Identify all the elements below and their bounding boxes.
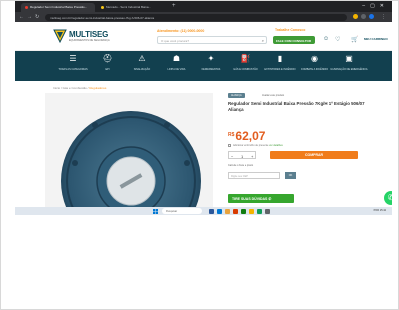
quantity-stepper[interactable]: − 1 + bbox=[228, 151, 256, 159]
rating-link[interactable]: Avaliar este produto bbox=[262, 94, 284, 97]
atendimento-text: Atendimento: (11) 0000-0000 bbox=[157, 29, 205, 33]
browser-tab-active[interactable]: Regulador Semi Industrial Baixa Pressão.… bbox=[21, 3, 95, 12]
window-controls[interactable]: –▢✕ bbox=[362, 3, 389, 9]
category-item[interactable]: ▣ Iluminação de Emergência bbox=[329, 54, 369, 71]
taskbar-search-placeholder: Pesquisar bbox=[166, 209, 178, 213]
browser-tab-strip: Regulador Semi Industrial Baixa Pressão.… bbox=[15, 1, 392, 12]
minus-icon[interactable]: − bbox=[231, 154, 233, 159]
quantity-value[interactable]: 1 bbox=[241, 154, 243, 159]
windows-taskbar: Pesquisar POR 15:42 bbox=[15, 207, 392, 215]
favicon-icon bbox=[101, 5, 104, 9]
url-bar[interactable]: multiseg.com.br/regulador-semi-industria… bbox=[45, 14, 347, 21]
gift-checkbox[interactable] bbox=[228, 144, 231, 147]
price-value: 62,07 bbox=[235, 129, 266, 143]
site-header: MULTISEG EQUIPAMENTOS DE SEGURANÇA Atend… bbox=[15, 22, 392, 51]
search-placeholder: O que você procura? bbox=[161, 39, 190, 43]
taskbar-app-icon[interactable] bbox=[249, 208, 254, 214]
category-label: Iluminação de Emergência bbox=[330, 68, 368, 71]
breadcrumb-path[interactable]: Início / Gás e Combustão / bbox=[53, 86, 89, 90]
whatsapp-button[interactable]: TIRE SUAS DÚVIDAS ✆ bbox=[228, 194, 294, 203]
breadcrumb: Início / Gás e Combustão / Reguladores bbox=[53, 86, 106, 90]
currency-symbol: R$ bbox=[228, 132, 235, 138]
trabalhe-conosco-link[interactable]: Trabalhe Conosco bbox=[275, 28, 305, 32]
brand-badge[interactable]: ALIANÇA bbox=[228, 93, 245, 98]
reload-icon[interactable]: ↻ bbox=[35, 14, 39, 20]
multiseg-logo[interactable]: MULTISEG EQUIPAMENTOS DE SEGURANÇA bbox=[53, 29, 123, 45]
taskbar-app-icon[interactable] bbox=[209, 208, 214, 214]
freight-label: Calcule o frete e prazo bbox=[228, 164, 254, 167]
product-title: Regulador Semi Industrial Baixa Pressão … bbox=[228, 101, 365, 112]
taskbar-app-icon[interactable] bbox=[217, 208, 222, 214]
cart-label[interactable]: MEU CARRINHO bbox=[364, 37, 388, 41]
heart-icon[interactable]: ♡ bbox=[335, 36, 340, 43]
whatsapp-float-icon[interactable]: ✆ bbox=[384, 191, 392, 205]
profile-avatar[interactable] bbox=[369, 14, 374, 19]
shield-logo-icon bbox=[53, 29, 67, 43]
brand-name: MULTISEG bbox=[69, 30, 109, 39]
extension-icon[interactable] bbox=[361, 14, 366, 19]
screenshot-frame: Regulador Semi Industrial Baixa Pressão.… bbox=[0, 0, 399, 310]
whatsapp-icon: ✆ bbox=[268, 196, 272, 201]
extension-icon[interactable] bbox=[353, 14, 358, 19]
taskbar-app-icon[interactable] bbox=[265, 208, 270, 214]
gift-option[interactable]: Adicionar embrulho de presente ver detal… bbox=[228, 144, 283, 147]
light-icon: ▣ bbox=[345, 54, 353, 63]
taskbar-app-icon[interactable] bbox=[225, 208, 230, 214]
cep-input[interactable]: Digite seu CEP bbox=[228, 172, 280, 179]
plus-icon[interactable]: + bbox=[251, 154, 253, 159]
whatsapp-label: TIRE SUAS DÚVIDAS bbox=[232, 196, 268, 201]
favicon-icon bbox=[25, 5, 28, 9]
cart-icon[interactable]: 🛒 bbox=[351, 36, 358, 43]
desktop-screen: Regulador Semi Industrial Baixa Pressão.… bbox=[15, 1, 392, 215]
regulator-image bbox=[45, 93, 213, 211]
tab-label: Mercado - Semi Industrial Baixa... bbox=[106, 5, 152, 9]
windows-start-icon[interactable] bbox=[153, 208, 158, 214]
tab-label: Regulador Semi Industrial Baixa Pressão.… bbox=[30, 5, 88, 9]
cep-button[interactable]: OK bbox=[285, 172, 296, 179]
breadcrumb-current: Reguladores bbox=[89, 86, 107, 90]
brand-tagline: EQUIPAMENTOS DE SEGURANÇA bbox=[69, 39, 110, 42]
product-info: ALIANÇA Avaliar este produto Regulador S… bbox=[228, 93, 392, 211]
system-tray[interactable]: POR 15:42 bbox=[374, 209, 386, 212]
user-icon[interactable]: ☺ bbox=[323, 36, 329, 42]
gift-label: Adicionar embrulho de presente bbox=[233, 144, 269, 148]
search-icon[interactable]: ⌕ bbox=[262, 38, 264, 43]
taskbar-app-icon[interactable] bbox=[233, 208, 238, 214]
browser-toolbar: ← → ↻ multiseg.com.br/regulador-semi-ind… bbox=[15, 12, 392, 22]
consultor-button[interactable]: FALE COM CONSULTOR bbox=[273, 36, 315, 44]
gift-details-link[interactable]: ver detalhes bbox=[269, 144, 283, 147]
browser-tab[interactable]: Mercado - Semi Industrial Baixa... bbox=[97, 3, 169, 12]
taskbar-search[interactable]: Pesquisar bbox=[162, 208, 202, 214]
product-price: R$62,07 bbox=[228, 129, 265, 143]
forward-icon[interactable]: → bbox=[27, 14, 32, 20]
taskbar-app-icon[interactable] bbox=[241, 208, 246, 214]
kebab-menu-icon[interactable]: ⋮ bbox=[381, 14, 386, 20]
product-image[interactable] bbox=[45, 93, 213, 211]
search-input[interactable]: O que você procura? ⌕ bbox=[157, 36, 267, 44]
buy-button[interactable]: COMPRAR bbox=[270, 151, 358, 159]
back-icon[interactable]: ← bbox=[19, 14, 24, 20]
taskbar-app-icon[interactable] bbox=[257, 208, 262, 214]
category-nav: ☰ Todas as Categorias ⛑ EPI ⚠ Sinalização ☗ Lin… bbox=[15, 51, 392, 81]
new-tab-icon[interactable]: + bbox=[172, 3, 178, 9]
